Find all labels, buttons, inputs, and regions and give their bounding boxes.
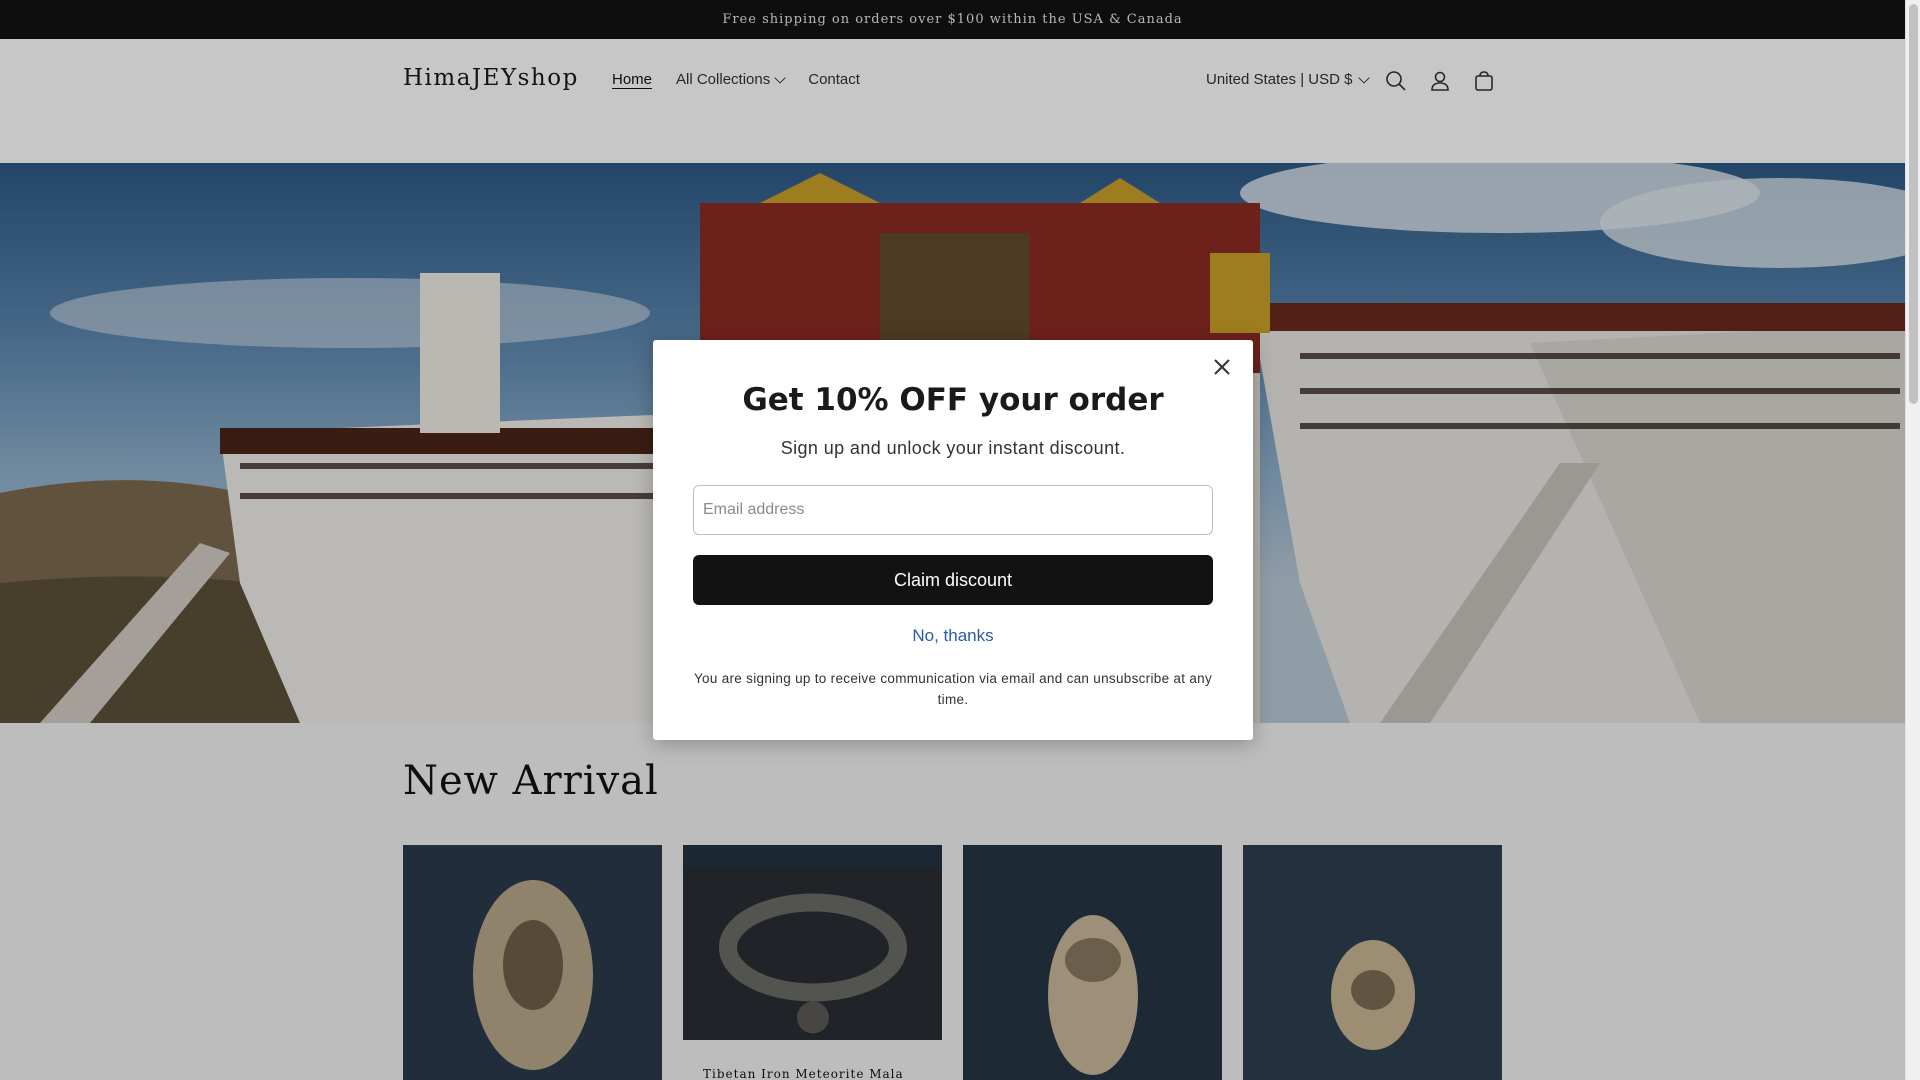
close-icon[interactable] — [1207, 352, 1237, 382]
discount-popup: Get 10% OFF your order Sign up and unloc… — [653, 340, 1253, 740]
claim-discount-button[interactable]: Claim discount — [693, 555, 1213, 605]
popup-title: Get 10% OFF your order — [742, 382, 1164, 418]
popup-disclaimer: You are signing up to receive communicat… — [693, 671, 1213, 707]
no-thanks-link[interactable]: No, thanks — [653, 626, 1253, 646]
page-scrollbar[interactable] — [1905, 0, 1920, 1080]
scrollbar-thumb[interactable] — [1909, 4, 1918, 404]
email-field[interactable] — [693, 485, 1213, 535]
popup-subtitle: Sign up and unlock your instant discount… — [780, 438, 1126, 458]
